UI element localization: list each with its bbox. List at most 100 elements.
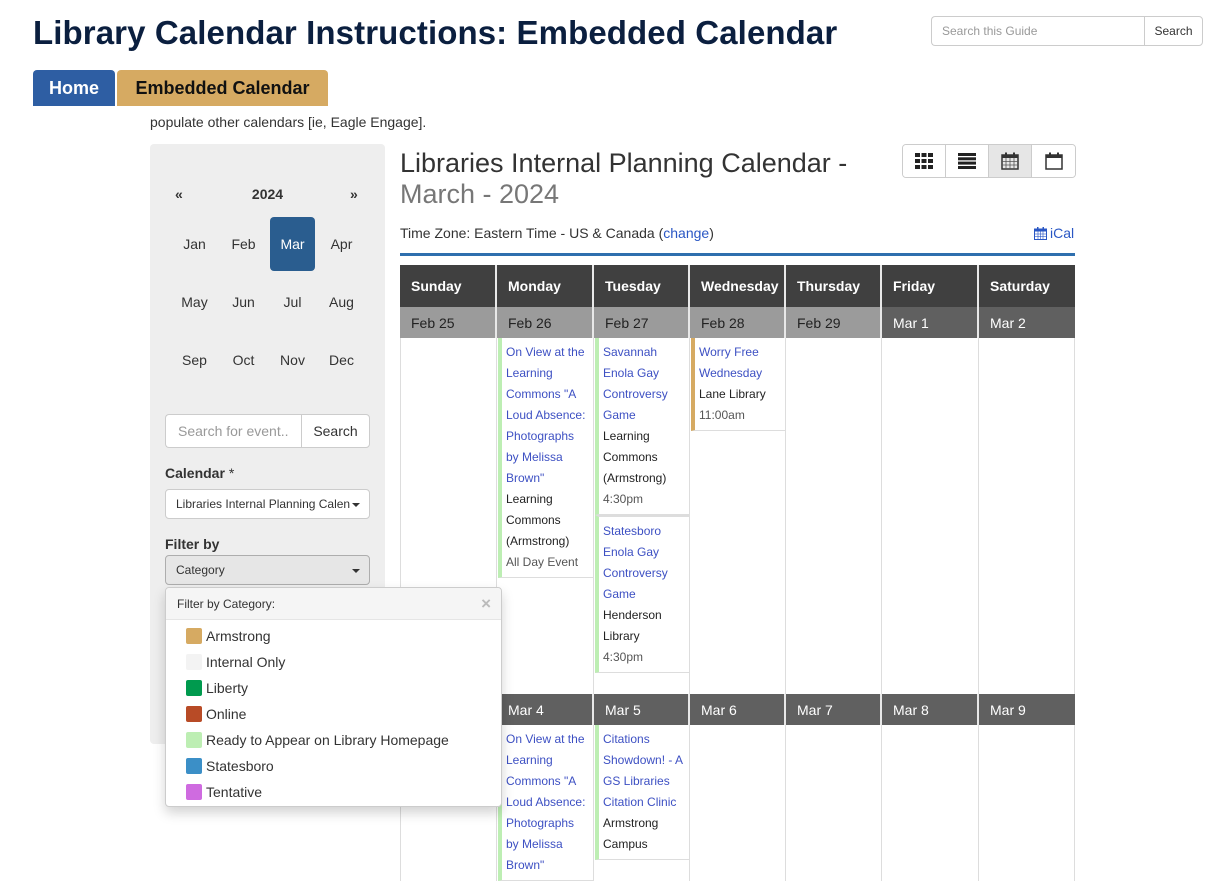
day-cell[interactable] [786, 338, 882, 694]
day-cell[interactable] [882, 725, 979, 881]
weekday-header: Thursday [786, 265, 882, 307]
month-picker-header: 2024 « » [150, 186, 385, 206]
event-search-input[interactable] [165, 414, 301, 448]
weekday-header: Monday [497, 265, 594, 307]
month-aug[interactable]: Aug [319, 275, 364, 329]
next-year-button[interactable]: » [350, 186, 358, 202]
view-month-button[interactable] [989, 145, 1032, 177]
tab-embedded-calendar[interactable]: Embedded Calendar [117, 70, 328, 106]
month-may[interactable]: May [172, 275, 217, 329]
calendar-week-icon [1044, 152, 1063, 170]
day-cell[interactable] [979, 338, 1075, 694]
weekday-header-row: Sunday Monday Tuesday Wednesday Thursday Frid… [400, 265, 1075, 307]
calendar-month-icon [1001, 152, 1019, 170]
day-date-label: Mar 8 [882, 694, 979, 725]
guide-search-input[interactable] [931, 16, 1144, 46]
filter-dropdown-header: Filter by Category: × [166, 588, 501, 620]
color-swatch-icon [186, 758, 202, 774]
calendar-event[interactable]: On View at the Learning Commons "A Loud … [498, 725, 593, 881]
month-dec[interactable]: Dec [319, 333, 364, 387]
calendar-event[interactable]: Citations Showdown! - A GS Libraries Cit… [595, 725, 689, 860]
calendar-event[interactable]: Savannah Enola Gay Controversy Game Learn… [595, 338, 689, 515]
day-date-label: Mar 9 [979, 694, 1075, 725]
category-option[interactable]: Ready to Appear on Library Homepage [186, 727, 501, 753]
month-apr[interactable]: Apr [319, 217, 364, 271]
category-label: Tentative [206, 784, 263, 800]
ical-link[interactable]: iCal [1034, 225, 1074, 241]
filter-category-dropdown: Filter by Category: × Armstrong Internal … [165, 587, 502, 807]
filter-category-select[interactable]: Category [165, 555, 370, 585]
weekday-header: Wednesday [690, 265, 786, 307]
calendar-event[interactable]: Statesboro Enola Gay Controversy Game Hen… [595, 515, 689, 673]
event-search: Search [165, 414, 370, 448]
guide-search-button[interactable]: Search [1144, 16, 1203, 46]
view-grid-button[interactable] [903, 145, 946, 177]
category-option[interactable]: Armstrong [186, 623, 501, 649]
category-option[interactable]: Tentative [186, 779, 501, 805]
calendar-event[interactable]: Worry Free Wednesday Lane Library 11:00am [691, 338, 785, 431]
weekday-header: Sunday [400, 265, 497, 307]
category-option[interactable]: Internal Only [186, 649, 501, 675]
caret-down-icon [352, 569, 360, 573]
calendar-select[interactable]: Libraries Internal Planning Calen [165, 489, 370, 519]
day-cell[interactable] [786, 725, 882, 881]
month-oct[interactable]: Oct [221, 333, 266, 387]
month-mar[interactable]: Mar [270, 217, 315, 271]
category-option[interactable]: Online [186, 701, 501, 727]
day-cell[interactable]: On View at the Learning Commons "A Loud … [497, 725, 594, 881]
day-cell[interactable] [882, 338, 979, 694]
month-feb[interactable]: Feb [221, 217, 266, 271]
event-title-link[interactable]: Worry Free Wednesday [699, 342, 781, 384]
day-cell[interactable]: Savannah Enola Gay Controversy Game Learn… [594, 338, 690, 694]
month-nov[interactable]: Nov [270, 333, 315, 387]
month-jan[interactable]: Jan [172, 217, 217, 271]
category-label: Online [206, 706, 247, 722]
guide-nav-tabs: Home Embedded Calendar [33, 70, 328, 106]
category-label: Statesboro [206, 758, 274, 774]
event-title-link[interactable]: Statesboro Enola Gay Controversy Game [603, 521, 685, 605]
category-list: Armstrong Internal Only Liberty Online Ready… [166, 620, 501, 805]
month-sep[interactable]: Sep [172, 333, 217, 387]
category-option[interactable]: Statesboro [186, 753, 501, 779]
close-icon[interactable]: × [481, 595, 491, 612]
calendar-icon [1034, 226, 1047, 240]
day-cell[interactable]: Worry Free Wednesday Lane Library 11:00am [690, 338, 786, 694]
event-title-link[interactable]: Savannah Enola Gay Controversy Game [603, 342, 685, 426]
event-location: Lane Library [699, 387, 766, 401]
month-jun[interactable]: Jun [221, 275, 266, 329]
calendar-label: Calendar * [165, 465, 235, 481]
calendar-event[interactable]: On View at the Learning Commons "A Loud … [498, 338, 593, 578]
event-search-button[interactable]: Search [301, 414, 370, 448]
view-switcher [902, 144, 1076, 178]
day-date-label: Feb 26 [497, 307, 594, 338]
event-location: Learning Commons (Armstrong) [506, 492, 570, 548]
day-date-label: Feb 25 [400, 307, 497, 338]
tab-home[interactable]: Home [33, 70, 115, 106]
event-time: 4:30pm [603, 650, 644, 664]
day-cell[interactable]: On View at the Learning Commons "A Loud … [497, 338, 594, 694]
category-label: Ready to Appear on Library Homepage [206, 732, 449, 748]
month-jul[interactable]: Jul [270, 275, 315, 329]
guide-search: Search [931, 16, 1203, 46]
day-date-label: Feb 29 [786, 307, 882, 338]
day-date-label: Feb 28 [690, 307, 786, 338]
event-title-link[interactable]: On View at the Learning Commons "A Loud … [506, 342, 589, 489]
day-date-label: Mar 6 [690, 694, 786, 725]
view-week-button[interactable] [1032, 145, 1075, 177]
event-location: Learning Commons (Armstrong) [603, 429, 667, 485]
day-cell[interactable] [690, 725, 786, 881]
category-option[interactable]: Liberty [186, 675, 501, 701]
event-time: All Day Event [506, 555, 579, 569]
color-swatch-icon [186, 628, 202, 644]
view-list-button[interactable] [946, 145, 989, 177]
event-title-link[interactable]: Citations Showdown! - A GS Libraries Cit… [603, 729, 685, 813]
day-date-label: Mar 1 [882, 307, 979, 338]
day-cell[interactable]: Citations Showdown! - A GS Libraries Cit… [594, 725, 690, 881]
day-date-label: Mar 2 [979, 307, 1075, 338]
category-label: Liberty [206, 680, 249, 696]
change-timezone-link[interactable]: change [663, 225, 709, 241]
day-cell[interactable] [979, 725, 1075, 881]
day-date-label: Mar 5 [594, 694, 690, 725]
event-location: Armstrong Campus [603, 816, 659, 851]
prev-year-button[interactable]: « [175, 186, 183, 202]
